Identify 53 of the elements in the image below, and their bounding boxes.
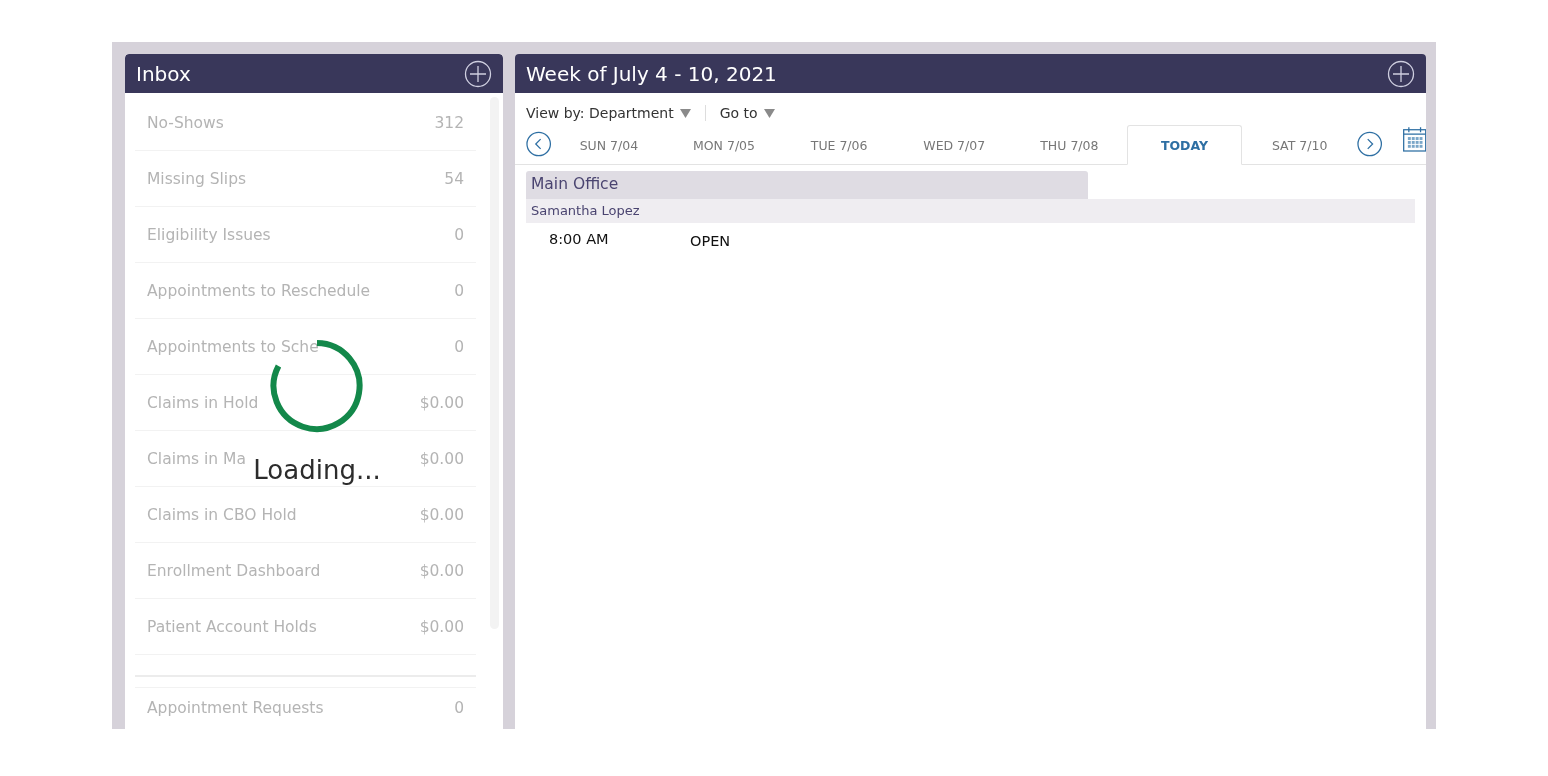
inbox-item[interactable]: No-Shows 312 [135,95,476,151]
inbox-count: 0 [454,337,464,356]
day-tab[interactable]: SUN 7/04 [551,126,667,164]
calendar-icon[interactable] [1402,126,1426,152]
inbox-label: Claims in Hold [147,393,259,412]
provider-header: Samantha Lopez [526,199,1415,223]
day-tab[interactable]: THU 7/08 [1011,126,1127,164]
inbox-label: Claims in Ma [147,449,246,468]
inbox-label: Missing Slips [147,169,247,188]
inbox-count: $0.00 [419,561,464,580]
add-icon[interactable] [1387,59,1415,88]
inbox-label: Appointments to Reschedule [147,281,371,300]
inbox-item[interactable]: Patient Account Holds $0.00 [135,599,476,655]
day-tab[interactable]: TUE 7/06 [781,126,897,164]
inbox-item[interactable]: Appointments to Reschedule 0 [135,263,476,319]
loading-text: Loading... [253,455,381,485]
inbox-item[interactable]: Claims in CBO Hold $0.00 [135,487,476,543]
inbox-count: 0 [454,281,464,300]
inbox-count: $0.00 [419,617,464,636]
inbox-item[interactable]: Missing Slips 54 [135,151,476,207]
department-header: Main Office [526,171,1088,199]
view-by-dropdown[interactable]: View by: Department [526,105,674,121]
inbox-count: $0.00 [419,505,464,524]
day-tab[interactable]: SAT 7/10 [1242,126,1358,164]
inbox-item[interactable]: Claims in Hold $0.00 [135,375,476,431]
inbox-label: Eligibility Issues [147,225,271,244]
inbox-count: $0.00 [419,449,464,468]
inbox-item[interactable]: Appointments to Sche 0 [135,319,476,375]
panel-title: Inbox [136,61,191,86]
caret-icon [763,108,775,118]
inbox-label: No-Shows [147,113,224,132]
add-icon[interactable] [464,59,492,88]
inbox-label: Enrollment Dashboard [147,561,321,580]
inbox-label: Appointment Requests [147,699,324,717]
day-tab[interactable]: WED 7/07 [896,126,1012,164]
inbox-item[interactable]: Eligibility Issues 0 [135,207,476,263]
caret-icon [679,108,691,118]
inbox-count: 0 [454,699,464,717]
slot-time: 8:00 AM [549,231,610,249]
inbox-count: 0 [454,225,464,244]
inbox-count: $0.00 [419,393,464,412]
inbox-count: 312 [434,113,464,132]
go-to-dropdown[interactable]: Go to [719,105,758,121]
inbox-label: Claims in CBO Hold [147,505,297,524]
slot-status[interactable]: OPEN [690,233,731,249]
inbox-item[interactable]: Appointment Requests 0 [135,688,476,724]
panel-title: Week of July 4 - 10, 2021 [526,61,777,86]
inbox-label: Appointments to Sche [147,337,319,356]
inbox-item[interactable]: Enrollment Dashboard $0.00 [135,543,476,599]
day-tab[interactable]: MON 7/05 [666,126,782,164]
day-tab[interactable]: TODAY [1126,125,1243,165]
inbox-label: Patient Account Holds [147,617,317,636]
inbox-count: 54 [444,169,464,188]
